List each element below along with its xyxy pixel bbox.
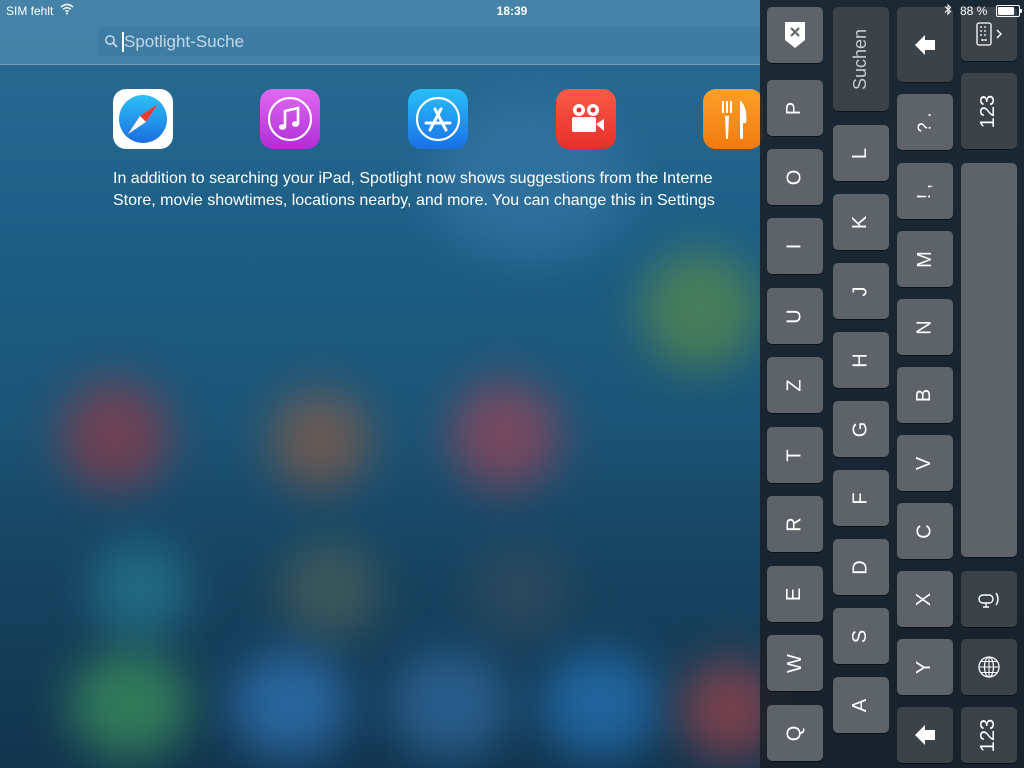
globe-icon [978,656,1000,678]
key-o[interactable]: O [767,149,823,205]
delete-icon [785,22,805,48]
key-q[interactable]: Q [767,705,823,761]
app-store-icon [415,96,461,142]
shift-arrow-icon [915,725,935,745]
key-s[interactable]: S [833,608,889,664]
text-caret [122,32,124,52]
key-d[interactable]: D [833,539,889,595]
video-camera-icon [572,104,604,132]
key-f[interactable]: F [833,470,889,526]
key-p[interactable]: P [767,80,823,136]
numbers-key-top[interactable]: 123 [961,73,1017,149]
numbers-key-bottom[interactable]: 123 [961,707,1017,763]
search-input[interactable] [122,30,726,54]
restaurants-app-icon[interactable] [703,89,763,149]
dictation-key[interactable] [961,571,1017,627]
key-j[interactable]: J [833,263,889,319]
key-exclam-comma[interactable]: ! , [897,163,953,219]
search-key[interactable]: Suchen [833,7,889,111]
key-r[interactable]: R [767,496,823,552]
info-line-1: In addition to searching your iPad, Spot… [113,170,713,187]
itunes-store-app-icon[interactable] [260,89,320,149]
shift-arrow-icon [915,34,935,55]
key-w[interactable]: W [767,635,823,691]
key-b[interactable]: B [897,367,953,423]
bluetooth-icon [944,3,952,19]
safari-app-icon[interactable] [113,89,173,149]
keyboard: P O I U Z T R E W Q Suchen L K J H G F D… [760,0,1024,768]
key-l[interactable]: L [833,125,889,181]
battery-fill [998,7,1014,15]
clock: 18:39 [496,4,528,18]
search-icon [104,34,118,53]
battery-percent: 88 % [960,4,988,18]
app-store-app-icon[interactable] [408,89,468,149]
globe-key[interactable] [961,639,1017,695]
music-note-icon [267,96,313,142]
spotlight-suggestions-info: In addition to searching your iPad, Spot… [113,168,763,212]
key-y[interactable]: Y [897,639,953,695]
safari-icon [119,95,167,143]
key-m[interactable]: M [897,231,953,287]
shift-key-bottom[interactable] [897,707,953,763]
key-e[interactable]: E [767,566,823,622]
key-c[interactable]: C [897,503,953,559]
info-line-2: Store, movie showtimes, locations nearby… [113,192,715,209]
battery-icon [996,5,1022,17]
keyboard-dismiss-icon [976,22,1002,46]
key-h[interactable]: H [833,332,889,388]
spotlight-search-field[interactable] [98,27,760,56]
key-g[interactable]: G [833,401,889,457]
space-key[interactable] [961,163,1017,557]
key-z[interactable]: Z [767,357,823,413]
key-a[interactable]: A [833,677,889,733]
key-i[interactable]: I [767,218,823,274]
key-u[interactable]: U [767,288,823,344]
status-bar: SIM fehlt 18:39 88 % [0,0,1024,22]
key-n[interactable]: N [897,299,953,355]
microphone-icon [978,592,999,608]
key-x[interactable]: X [897,571,953,627]
key-t[interactable]: T [767,427,823,483]
suggested-apps [113,89,773,151]
key-k[interactable]: K [833,194,889,250]
key-question-period[interactable]: ? . [897,94,953,150]
fork-knife-icon [722,101,747,139]
key-v[interactable]: V [897,435,953,491]
videos-app-icon[interactable] [556,89,616,149]
